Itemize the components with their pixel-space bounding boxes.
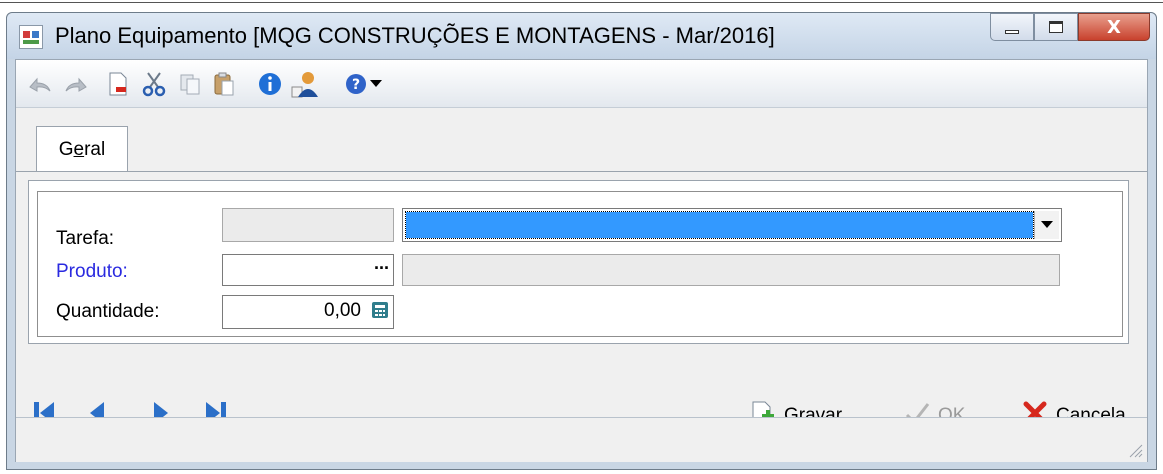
close-button[interactable]: X: [1078, 13, 1150, 41]
tab-geral-label-post: ral: [84, 138, 106, 160]
tarefa-combobox[interactable]: [402, 208, 1062, 242]
close-icon: X: [1107, 16, 1121, 38]
resize-grip-icon[interactable]: [1125, 440, 1143, 458]
window-title: Plano Equipamento [MQG CONSTRUÇÕES E MON…: [55, 23, 775, 48]
produto-label[interactable]: Produto:: [56, 261, 128, 283]
tab-geral-label-underlined: e: [73, 138, 85, 160]
paste-icon[interactable]: [210, 70, 238, 98]
copy-icon[interactable]: [176, 70, 204, 98]
info-icon[interactable]: [256, 70, 284, 98]
minimize-icon: [1005, 30, 1019, 34]
client-area: ? Ge ral Tarefa: Produto: ... Quantidade…: [15, 59, 1148, 462]
top-border-line: [0, 2, 1163, 3]
produto-code-field[interactable]: ...: [222, 253, 394, 286]
cut-icon[interactable]: [140, 70, 168, 98]
help-icon[interactable]: ?: [342, 70, 370, 98]
calculator-icon[interactable]: [371, 301, 389, 319]
chevron-down-icon[interactable]: [1034, 211, 1059, 239]
toolbar: ?: [16, 60, 1147, 108]
tab-divider: [16, 171, 1147, 172]
maximize-icon: [1049, 21, 1063, 33]
redo-icon[interactable]: [62, 70, 90, 98]
status-bar: [16, 417, 1147, 462]
tarefa-code-field[interactable]: [222, 208, 394, 242]
tarefa-selection: [405, 211, 1034, 239]
tarefa-label: Tarefa:: [56, 228, 115, 249]
window-controls: X: [990, 13, 1150, 43]
dropdown-arrow-icon[interactable]: [368, 70, 384, 98]
minimize-button[interactable]: [990, 13, 1034, 41]
form-group: Tarefa: Produto: ... Quantidade: 0,00: [37, 191, 1123, 337]
app-icon[interactable]: [19, 25, 43, 49]
title-bar[interactable]: Plano Equipamento [MQG CONSTRUÇÕES E MON…: [7, 13, 1156, 59]
delete-document-icon[interactable]: [104, 70, 132, 98]
quantidade-value: 0,00: [324, 300, 361, 321]
tab-geral-label-pre: G: [58, 138, 74, 160]
form-panel: Tarefa: Produto: ... Quantidade: 0,00: [28, 180, 1129, 344]
produto-description-field: [402, 254, 1060, 286]
maximize-button[interactable]: [1034, 13, 1078, 41]
svg-text:?: ?: [352, 77, 360, 93]
tab-strip: Ge ral Tarefa: Produto: ... Quantidade: …: [16, 108, 1147, 344]
quantidade-label: Quantidade:: [56, 301, 160, 322]
undo-icon[interactable]: [26, 70, 54, 98]
dialog-window: Plano Equipamento [MQG CONSTRUÇÕES E MON…: [6, 12, 1157, 470]
tab-geral[interactable]: Ge ral: [36, 126, 128, 172]
quantidade-field[interactable]: 0,00: [222, 295, 394, 329]
produto-lookup-button[interactable]: ...: [374, 253, 389, 274]
user-icon[interactable]: [290, 70, 318, 98]
